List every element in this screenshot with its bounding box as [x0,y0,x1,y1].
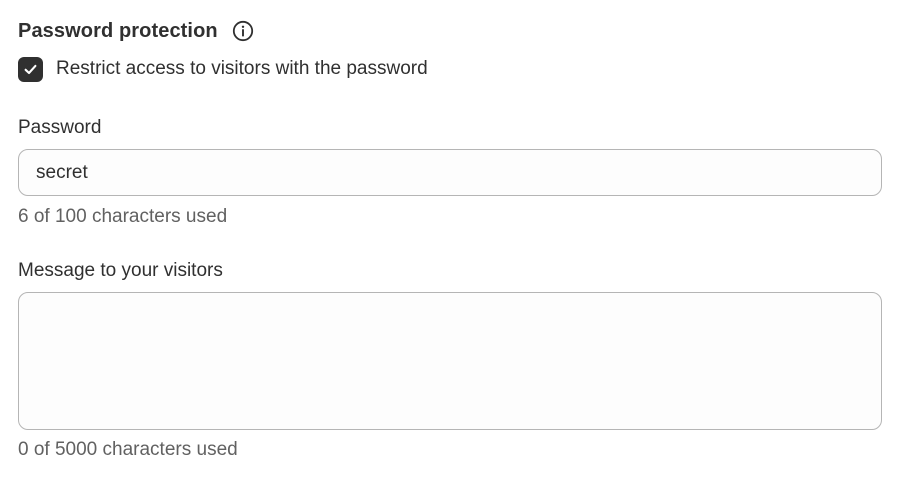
restrict-access-checkbox-row[interactable]: Restrict access to visitors with the pas… [18,55,428,83]
message-label: Message to your visitors [18,260,223,281]
section-header: Password protection [18,17,255,45]
message-textarea[interactable] [18,292,882,430]
password-character-count: 6 of 100 characters used [18,206,228,227]
restrict-access-label: Restrict access to visitors with the pas… [56,58,428,79]
section-title: Password protection [18,19,218,42]
checkmark-icon [24,64,37,74]
restrict-access-checkbox[interactable] [18,56,43,82]
password-label: Password [18,117,102,138]
password-input[interactable] [18,149,882,196]
message-character-count: 0 of 5000 characters used [18,439,238,460]
info-circle-icon[interactable] [231,19,255,43]
